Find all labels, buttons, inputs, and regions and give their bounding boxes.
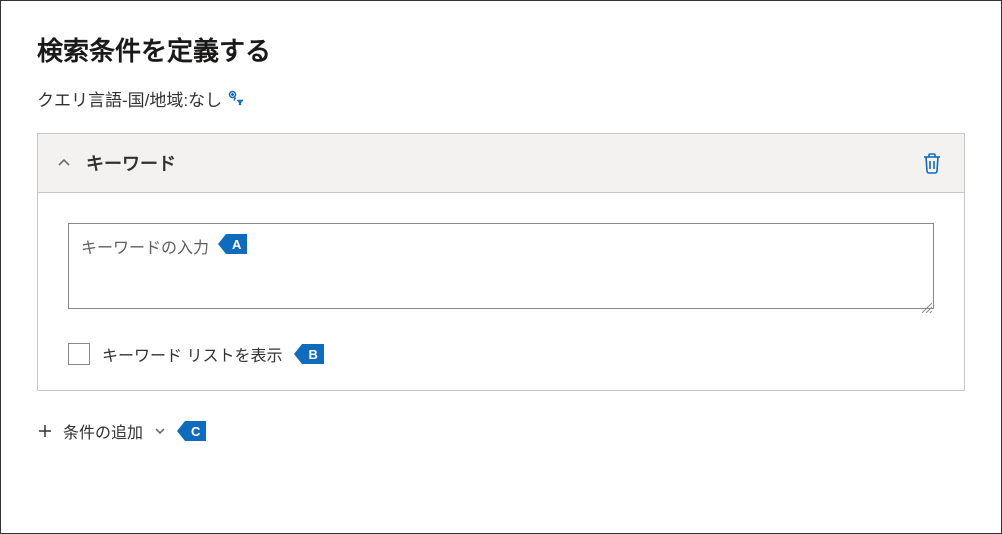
keyword-panel-header[interactable]: キーワード [38, 134, 964, 193]
trash-icon [922, 152, 942, 174]
keyword-input[interactable] [68, 223, 934, 309]
add-condition-button[interactable]: 条件の追加 C [37, 415, 965, 447]
chevron-up-icon [56, 155, 72, 171]
show-keyword-list-row: キーワード リストを表示 B [68, 342, 934, 366]
show-keyword-list-label: キーワード リストを表示 [102, 342, 282, 366]
callout-a: A [226, 234, 247, 254]
translate-icon[interactable] [228, 90, 246, 108]
keyword-panel-body: A キーワード リストを表示 B [38, 193, 964, 390]
chevron-down-icon [153, 424, 167, 438]
show-keyword-list-checkbox[interactable] [68, 343, 90, 365]
keyword-panel: キーワード A キーワード リストを表示 [37, 133, 965, 391]
delete-keyword-button[interactable] [918, 148, 946, 178]
page-title: 検索条件を定義する [37, 31, 965, 68]
callout-b: B [302, 344, 323, 364]
keyword-panel-title: キーワード [86, 150, 918, 176]
query-language-label: クエリ言語-国/地域:なし [37, 86, 222, 111]
plus-icon [37, 423, 53, 439]
callout-c: C [185, 421, 206, 441]
query-language-row: クエリ言語-国/地域:なし [37, 86, 965, 111]
resize-handle-icon[interactable] [920, 300, 932, 312]
keyword-textarea-wrap: A [68, 223, 934, 314]
add-condition-label: 条件の追加 [63, 419, 143, 443]
